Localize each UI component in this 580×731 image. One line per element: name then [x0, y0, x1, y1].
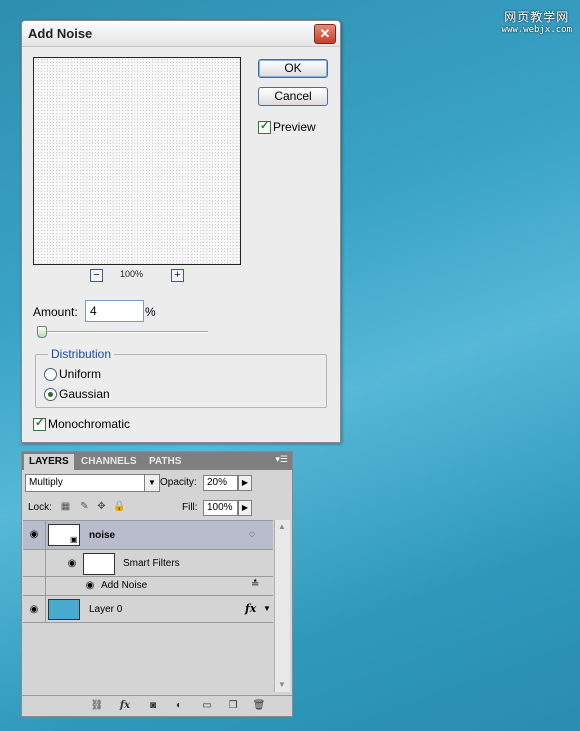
- panel-menu-icon[interactable]: ▾☰: [275, 454, 288, 465]
- smart-object-icon: ▣: [70, 535, 78, 544]
- visibility-cell: [23, 550, 46, 576]
- chevron-down-icon: ▼: [144, 475, 159, 491]
- distribution-legend: Distribution: [48, 347, 115, 361]
- layer-row-smart-filters[interactable]: ◉ Smart Filters: [23, 550, 273, 577]
- amount-slider-thumb[interactable]: [37, 326, 47, 338]
- eye-icon[interactable]: ◉: [83, 580, 97, 591]
- eye-icon[interactable]: ◉: [27, 604, 41, 615]
- filter-effects-icon[interactable]: ◌: [249, 529, 255, 540]
- tab-channels[interactable]: CHANNELS: [76, 454, 142, 470]
- visibility-cell: [23, 577, 46, 595]
- fill-arrow-button[interactable]: ▶: [238, 500, 252, 516]
- new-layer-icon[interactable]: ❐: [226, 699, 240, 712]
- layer-row-noise[interactable]: ◉ ▣ noise ◌: [23, 521, 273, 550]
- layer-thumbnail: [48, 599, 80, 620]
- zoom-out-button[interactable]: −: [90, 269, 103, 282]
- layer-name-noise[interactable]: noise: [89, 530, 115, 541]
- add-style-icon[interactable]: fx: [118, 699, 132, 712]
- uniform-label: Uniform: [59, 367, 102, 381]
- scroll-down-icon[interactable]: ▼: [277, 680, 287, 690]
- watermark: 网页教学网 www.webjx.com: [502, 8, 572, 35]
- preview-label: Preview: [273, 120, 316, 134]
- delete-layer-icon[interactable]: 🗑: [252, 699, 266, 712]
- new-group-icon[interactable]: ▭: [200, 699, 214, 712]
- layers-panel: LAYERS CHANNELS PATHS ▾☰ Multiply ▼ Opac…: [21, 451, 293, 717]
- layer-name-add-noise[interactable]: Add Noise: [101, 580, 147, 591]
- fill-input[interactable]: 100%: [203, 500, 238, 516]
- blend-mode-value: Multiply: [29, 477, 63, 488]
- layer-list: ◉ ▣ noise ◌ ◉ Smart Filters ◉ Add Noise …: [23, 520, 273, 693]
- layer-name-layer-0[interactable]: Layer 0: [89, 604, 122, 615]
- layer-row-layer-0[interactable]: ◉ Layer 0 fx ▼: [23, 596, 273, 623]
- fill-label: Fill:: [182, 502, 198, 513]
- amount-unit: %: [145, 305, 156, 319]
- dialog-title: Add Noise: [28, 26, 93, 41]
- filter-mask-thumbnail: [83, 553, 115, 575]
- blending-options-icon[interactable]: ≛: [251, 579, 259, 590]
- layer-row-add-noise[interactable]: ◉ Add Noise ≛: [23, 577, 273, 596]
- ok-button[interactable]: OK: [258, 59, 328, 78]
- fx-icon[interactable]: fx: [245, 602, 256, 615]
- opacity-arrow-button[interactable]: ▶: [238, 475, 252, 491]
- lock-label: Lock:: [28, 502, 52, 513]
- layer-name-smart-filters[interactable]: Smart Filters: [123, 558, 180, 569]
- panel-footer: ⛓ fx ◙ ◐ ▭ ❐ 🗑: [22, 695, 292, 716]
- monochromatic-label: Monochromatic: [48, 417, 131, 431]
- monochromatic-checkbox[interactable]: [33, 416, 46, 431]
- add-noise-dialog: Add Noise ✕ − 100% + OK Cancel Preview A…: [21, 20, 341, 443]
- adjustment-layer-icon[interactable]: ◐: [172, 699, 186, 712]
- uniform-radio[interactable]: [44, 368, 57, 381]
- layer-list-scrollbar[interactable]: ▲ ▼: [274, 520, 290, 692]
- gaussian-label: Gaussian: [59, 387, 110, 401]
- panel-tabs: LAYERS CHANNELS PATHS ▾☰: [22, 452, 292, 470]
- add-mask-icon[interactable]: ◙: [146, 699, 160, 712]
- dialog-titlebar[interactable]: Add Noise ✕: [22, 21, 340, 47]
- close-button[interactable]: ✕: [314, 24, 336, 44]
- scroll-up-icon[interactable]: ▲: [277, 522, 287, 532]
- watermark-url: www.webjx.com: [501, 25, 572, 35]
- amount-label: Amount:: [33, 305, 78, 319]
- lock-brush-icon[interactable]: ✎: [79, 501, 90, 512]
- eye-icon[interactable]: ◉: [27, 529, 41, 540]
- zoom-in-button[interactable]: +: [171, 269, 184, 282]
- opacity-label: Opacity:: [160, 477, 197, 488]
- link-layers-icon[interactable]: ⛓: [90, 699, 104, 712]
- lock-all-icon[interactable]: 🔒: [113, 501, 125, 512]
- cancel-button[interactable]: Cancel: [258, 87, 328, 106]
- zoom-level: 100%: [120, 269, 144, 279]
- expand-effects-icon[interactable]: ▼: [263, 604, 271, 613]
- opacity-input[interactable]: 20%: [203, 475, 238, 491]
- lock-move-icon[interactable]: ✥: [96, 501, 107, 512]
- watermark-title: 网页教学网: [504, 10, 570, 24]
- tab-layers[interactable]: LAYERS: [24, 454, 74, 470]
- distribution-group: Distribution Uniform Gaussian: [35, 347, 327, 408]
- lock-transparent-icon[interactable]: ▦: [60, 501, 71, 512]
- amount-slider-track[interactable]: [40, 331, 208, 333]
- blend-mode-select[interactable]: Multiply ▼: [25, 474, 160, 492]
- tab-paths[interactable]: PATHS: [144, 454, 186, 470]
- preview-canvas[interactable]: [33, 57, 241, 265]
- amount-input[interactable]: 4: [85, 300, 144, 322]
- gaussian-radio[interactable]: [44, 388, 57, 401]
- zoom-controls: − 100% +: [90, 269, 190, 285]
- close-icon: ✕: [319, 26, 331, 41]
- preview-checkbox[interactable]: [258, 119, 271, 134]
- eye-icon[interactable]: ◉: [65, 558, 79, 569]
